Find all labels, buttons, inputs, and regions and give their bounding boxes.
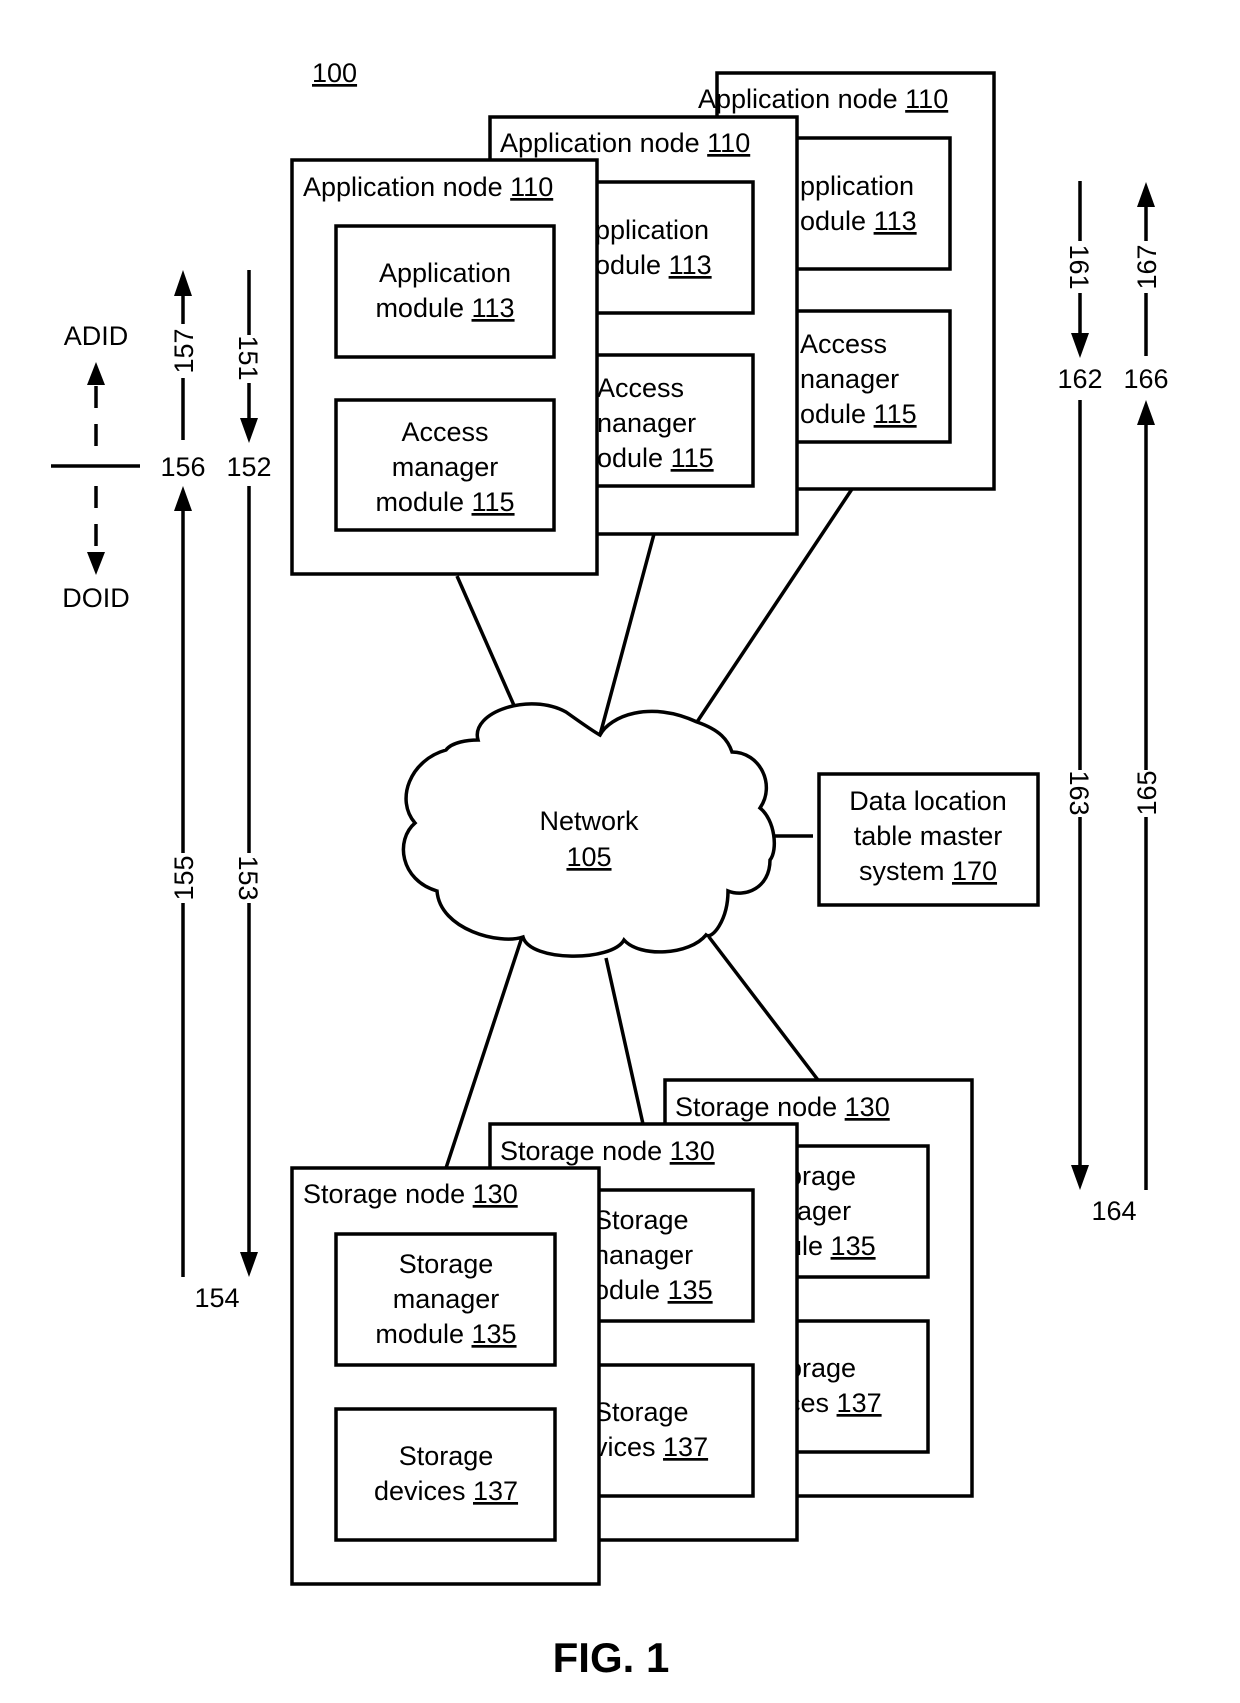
application-node-front: Application node 110 Application module …	[290, 158, 599, 576]
application-module-label: pplication	[800, 171, 914, 201]
ref-155: 155	[169, 855, 199, 900]
ref-161: 161	[1064, 244, 1094, 289]
ref-167: 167	[1132, 244, 1162, 289]
application-node-title: Application node 110	[303, 172, 553, 202]
link-app-mid	[598, 533, 656, 736]
ref-166: 166	[1123, 364, 1168, 394]
access-manager-module-label: Access	[597, 373, 684, 403]
storage-devices-label: Storage	[399, 1441, 494, 1471]
arrowhead-down-icon	[1071, 333, 1089, 358]
ref-151: 151	[233, 335, 263, 380]
network-cloud: Network 105	[401, 702, 777, 958]
ref-156: 156	[160, 452, 205, 482]
svg-text:nanager: nanager	[597, 408, 696, 438]
ref-164: 164	[1091, 1196, 1136, 1226]
svg-text:devices 137: devices 137	[374, 1476, 518, 1506]
storage-devices-label: Storage	[594, 1397, 689, 1427]
arrowhead-up-icon	[174, 486, 192, 511]
storage-node-front: Storage node 130 Storage manager module …	[290, 1166, 601, 1586]
system-diagram: 100 Application node 110 pplication odul…	[51, 58, 1169, 1681]
arrowhead-up-icon	[1137, 182, 1155, 207]
arrowhead-down-icon	[87, 552, 105, 575]
network-label: Network	[539, 806, 639, 836]
dlt-master-system: Data location table master system 170	[817, 772, 1040, 907]
link-app-front	[455, 575, 518, 711]
svg-text:vices 137: vices 137	[594, 1432, 708, 1462]
svg-text:nanager: nanager	[594, 1240, 693, 1270]
access-manager-module-label: Access	[401, 417, 488, 447]
arrowhead-down-icon	[240, 1252, 258, 1277]
ref-153: 153	[233, 855, 263, 900]
ref-157: 157	[169, 328, 199, 373]
storage-manager-module-label: Storage	[399, 1249, 494, 1279]
access-manager-module-label: Access	[800, 329, 887, 359]
svg-text:module 115: module 115	[375, 487, 514, 517]
svg-text:manager: manager	[392, 452, 499, 482]
svg-text:odule 113: odule 113	[800, 206, 917, 236]
application-module-label: pplication	[595, 215, 709, 245]
figure-caption: FIG. 1	[553, 1634, 670, 1681]
svg-text:odule 113: odule 113	[595, 250, 712, 280]
svg-text:manager: manager	[393, 1284, 500, 1314]
storage-node-title: Storage node 130	[675, 1092, 890, 1122]
adid-label: ADID	[64, 321, 129, 351]
ref-163: 163	[1064, 770, 1094, 815]
application-node-title: Application node 110	[698, 84, 948, 114]
link-storage-back	[707, 935, 820, 1082]
ref-162: 162	[1057, 364, 1102, 394]
svg-text:table master: table master	[854, 821, 1003, 851]
svg-text:nanager: nanager	[800, 364, 899, 394]
svg-text:odule 115: odule 115	[800, 399, 917, 429]
svg-text:ces 137: ces 137	[787, 1388, 882, 1418]
svg-text:module 113: module 113	[375, 293, 514, 323]
ref-152: 152	[226, 452, 271, 482]
storage-node-title: Storage node 130	[303, 1179, 518, 1209]
application-module-label: Application	[379, 258, 511, 288]
ref-165: 165	[1132, 770, 1162, 815]
ref-154: 154	[194, 1283, 239, 1313]
svg-text:system 170: system 170	[859, 856, 997, 886]
left-legend: ADID DOID 157 156 151 152 155 153 154	[51, 270, 272, 1313]
link-storage-mid	[604, 957, 645, 1125]
svg-text:ule 135: ule 135	[787, 1231, 876, 1261]
svg-text:odule 135: odule 135	[594, 1275, 713, 1305]
application-node-title: Application node 110	[500, 128, 750, 158]
arrowhead-up-icon	[174, 270, 192, 296]
svg-text:odule 115: odule 115	[597, 443, 714, 473]
network-ref: 105	[566, 842, 611, 872]
arrowhead-down-icon	[240, 418, 258, 443]
arrowhead-down-icon	[1071, 1165, 1089, 1190]
system-ref-label: 100	[312, 58, 357, 88]
doid-label: DOID	[62, 583, 130, 613]
svg-text:module 135: module 135	[375, 1319, 516, 1349]
storage-manager-module-label: Storage	[594, 1205, 689, 1235]
dlt-master-label: Data location	[849, 786, 1007, 816]
right-legend: 161 162 167 166 163 164 165	[1057, 181, 1169, 1226]
arrowhead-up-icon	[1137, 400, 1155, 425]
arrowhead-up-icon	[87, 362, 105, 385]
storage-node-title: Storage node 130	[500, 1136, 715, 1166]
